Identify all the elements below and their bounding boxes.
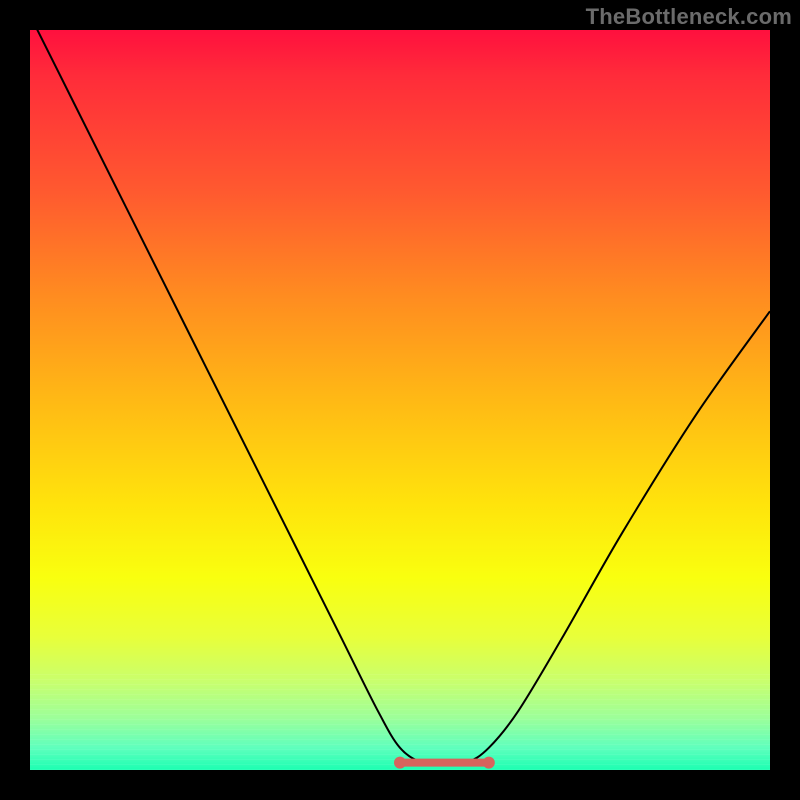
watermark-text: TheBottleneck.com <box>586 4 792 30</box>
plot-area <box>30 30 770 770</box>
chart-frame: TheBottleneck.com <box>0 0 800 800</box>
bottleneck-curve <box>30 30 770 764</box>
minimum-markers <box>394 757 495 769</box>
curve-layer <box>30 30 770 770</box>
